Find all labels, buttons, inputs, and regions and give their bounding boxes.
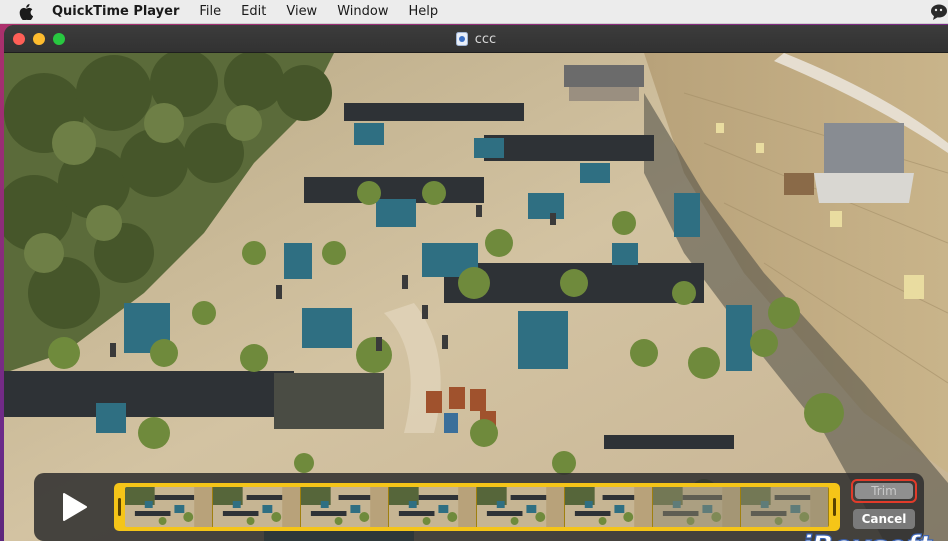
menu-help[interactable]: Help <box>398 0 448 24</box>
trim-end-handle[interactable] <box>833 498 836 516</box>
filmstrip-frame <box>477 487 565 527</box>
trim-start-handle[interactable] <box>118 498 121 516</box>
iboysoft-watermark-logo: iBoysoft <box>802 528 934 541</box>
play-button[interactable] <box>34 473 114 541</box>
menu-view[interactable]: View <box>276 0 327 24</box>
trim-timeline[interactable] <box>114 483 840 531</box>
menu-edit[interactable]: Edit <box>231 0 276 24</box>
quicktime-window: ccc Trim Cancel <box>4 25 948 541</box>
trim-button-label: Trim <box>855 483 913 499</box>
menu-window[interactable]: Window <box>327 0 398 24</box>
watermark-text: iBoysoft <box>802 529 934 541</box>
menu-app-name[interactable]: QuickTime Player <box>52 0 189 24</box>
filmstrip-frame <box>389 487 477 527</box>
play-icon <box>63 493 87 521</box>
filmstrip-frame <box>301 487 389 527</box>
filmstrip-frame <box>741 487 829 527</box>
trim-controls: Trim Cancel <box>34 473 924 541</box>
filmstrip-frame <box>125 487 213 527</box>
trim-button[interactable]: Trim <box>851 479 917 503</box>
chat-status-icon[interactable] <box>930 3 948 21</box>
menu-file[interactable]: File <box>189 0 231 24</box>
cancel-button[interactable]: Cancel <box>853 509 915 529</box>
video-frame[interactable]: Trim Cancel iBoysoft <box>4 53 948 541</box>
document-icon <box>455 32 468 46</box>
window-title: ccc <box>4 25 948 53</box>
menu-bar: QuickTime Player File Edit View Window H… <box>0 0 948 24</box>
video-scene-image <box>4 53 948 541</box>
title-bar[interactable]: ccc <box>4 25 948 53</box>
filmstrip-frame <box>653 487 741 527</box>
filmstrip <box>125 487 829 527</box>
apple-menu-icon[interactable] <box>0 3 52 20</box>
window-title-text: ccc <box>474 31 497 47</box>
filmstrip-frame <box>213 487 301 527</box>
filmstrip-frame <box>565 487 653 527</box>
